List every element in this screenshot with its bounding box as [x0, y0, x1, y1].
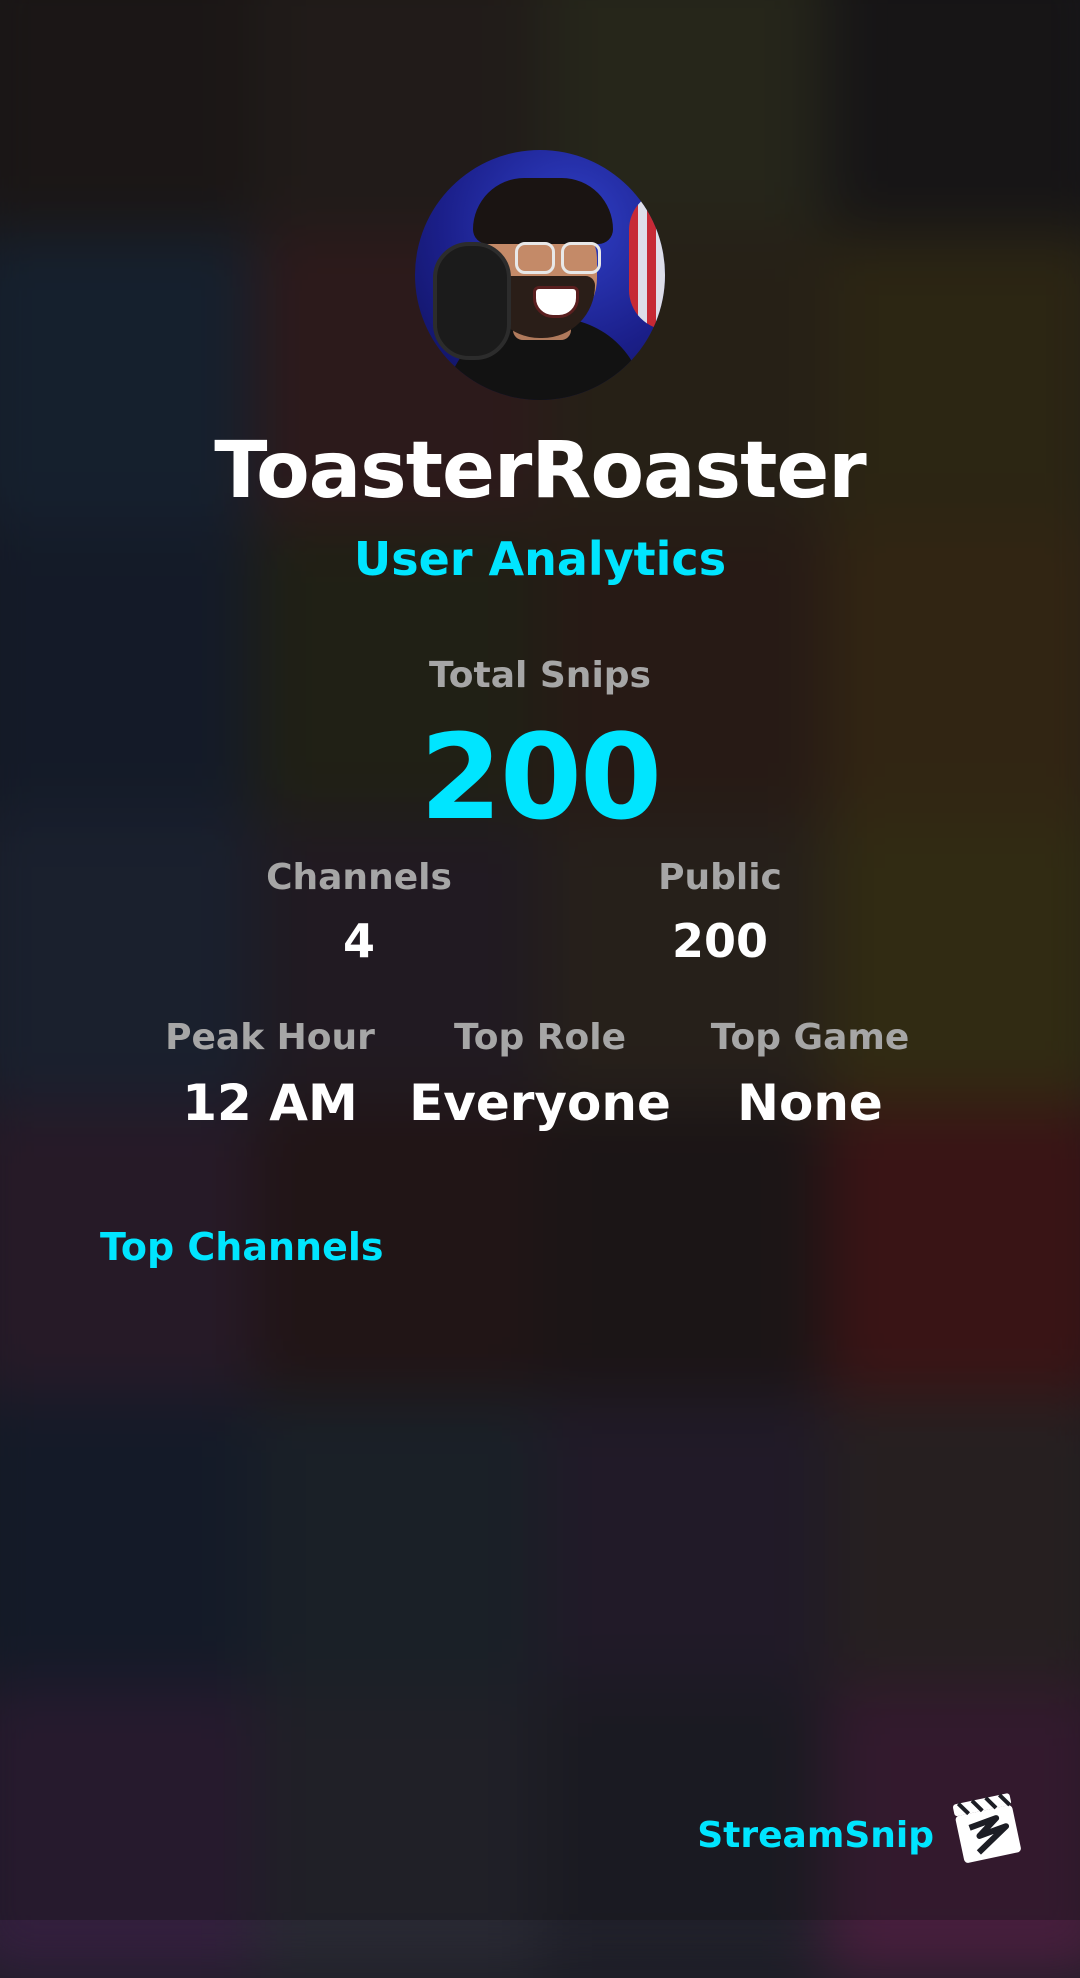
peak-hour-value: 12 AM [182, 1074, 358, 1132]
public-label: Public [658, 857, 782, 898]
clapperboard-logo-icon [952, 1793, 1021, 1863]
top-game-label: Top Game [710, 1017, 910, 1058]
analytics-card: ToasterRoaster User Analytics Total Snip… [0, 0, 1080, 1920]
brand-name: StreamSnip [697, 1815, 934, 1856]
page-subtitle: User Analytics [353, 532, 727, 586]
headphones-icon [433, 242, 511, 360]
channels-value: 4 [342, 914, 375, 968]
username: ToasterRoaster [214, 426, 867, 516]
avatar [415, 150, 665, 400]
top-channels-heading: Top Channels [100, 1225, 384, 1269]
public-value: 200 [671, 914, 769, 968]
total-snips-value: 200 [419, 708, 662, 846]
top-role-value: Everyone [409, 1074, 671, 1132]
top-role-label: Top Role [453, 1017, 627, 1058]
top-game-value: None [737, 1074, 883, 1132]
channels-label: Channels [266, 857, 452, 898]
total-snips-label: Total Snips [429, 655, 651, 696]
peak-hour-label: Peak Hour [165, 1017, 375, 1058]
